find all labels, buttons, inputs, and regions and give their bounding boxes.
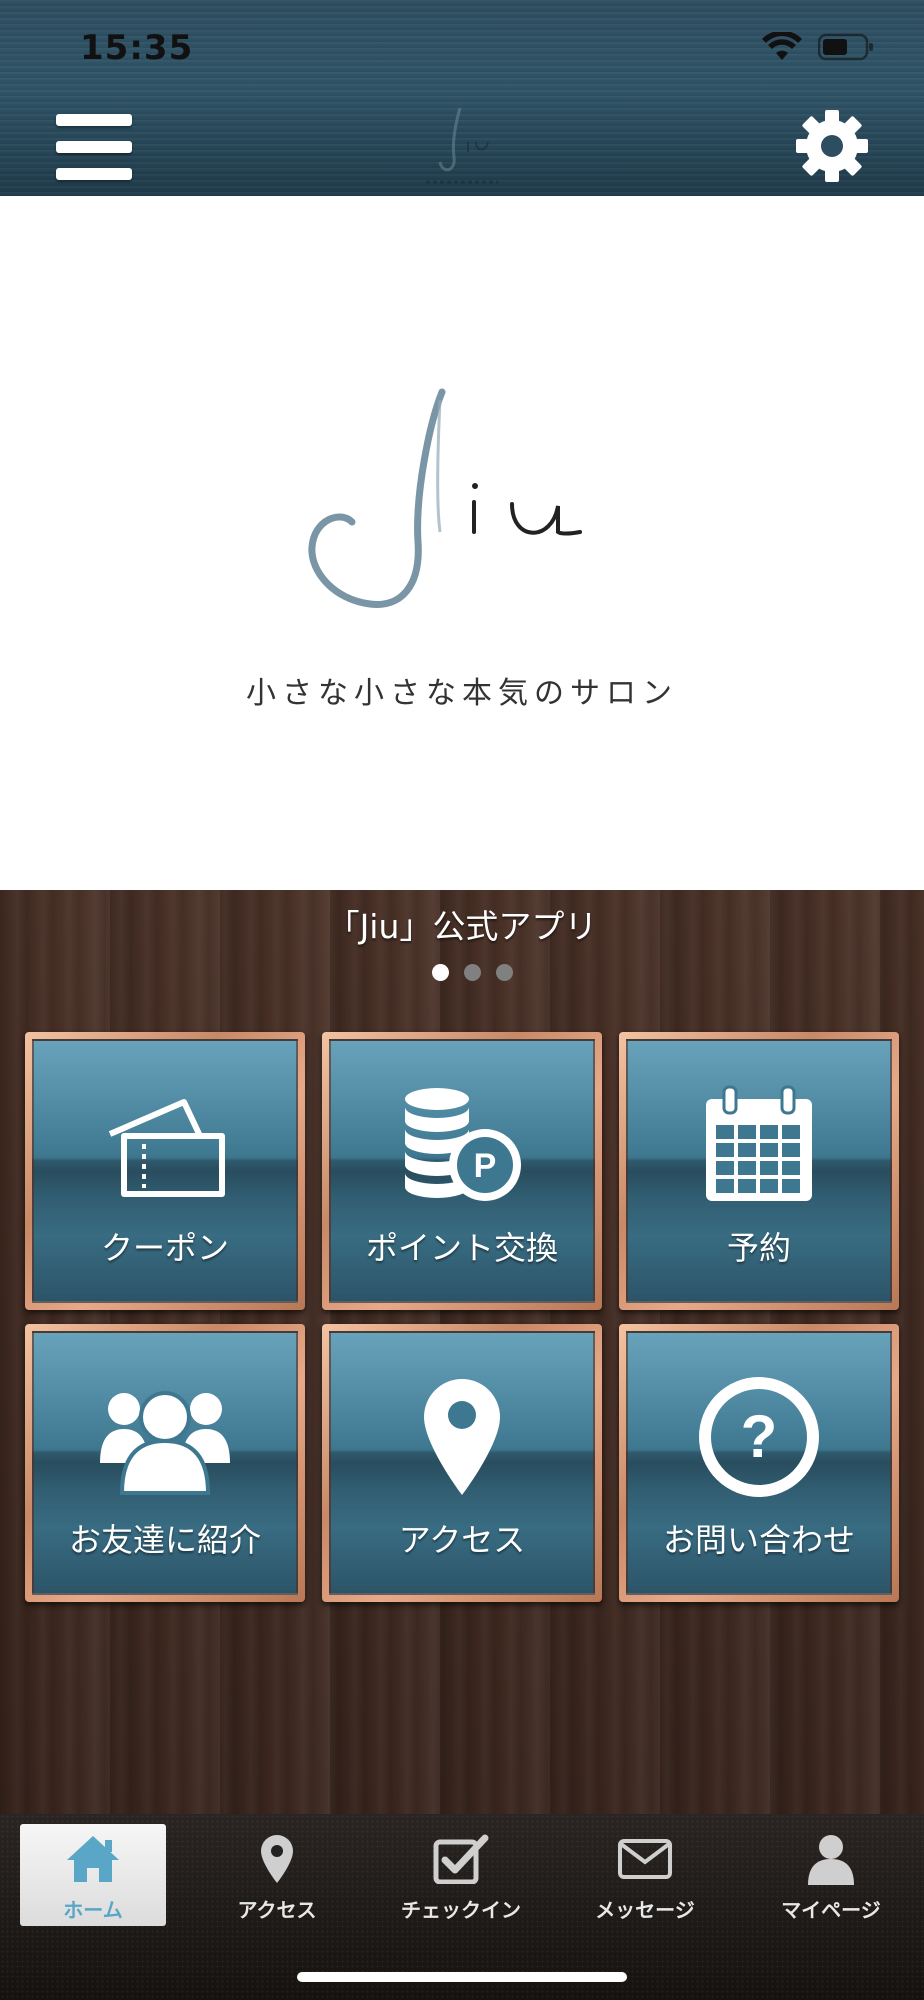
refer-friend-label: お友達に紹介 [68, 1521, 261, 1559]
pager-dot-2[interactable] [464, 964, 481, 981]
tab-access-label: アクセス [237, 1898, 317, 1922]
hero-banner: 小さな小さな本気のサロン [0, 196, 924, 890]
checkin-checkbox-icon [388, 1830, 534, 1888]
bottom-tab-bar: ホーム アクセス チェックイン メッセージ マイページ [0, 1814, 924, 2000]
calendar-icon [628, 1085, 890, 1205]
envelope-icon [572, 1830, 718, 1888]
coupon-ticket-icon [34, 1085, 296, 1205]
hamburger-icon-bar [56, 114, 132, 126]
tab-home-label: ホーム [63, 1898, 123, 1922]
menu-tile-grid: クーポン P ポイント交換 予約 お友達に紹介 アクセス ? お問い合わせ [25, 1032, 899, 1602]
main-menu-area: 「Jiu」公式アプリ クーポン P ポイント交換 予約 お友達に紹介 アクセス … [0, 890, 924, 1814]
header-logo-icon [412, 102, 512, 192]
pager-dot-1[interactable] [432, 964, 449, 981]
app-title: 「Jiu」公式アプリ [326, 907, 598, 946]
tab-mypage[interactable]: マイページ [758, 1824, 904, 1926]
tab-access[interactable]: アクセス [204, 1824, 350, 1926]
map-pin-icon [331, 1377, 593, 1497]
coupon-label: クーポン [100, 1229, 229, 1267]
tab-home[interactable]: ホーム [20, 1824, 166, 1926]
status-icons [762, 32, 874, 62]
access-tile[interactable]: アクセス [322, 1324, 602, 1602]
tab-checkin[interactable]: チェックイン [388, 1824, 534, 1926]
home-indicator [297, 1972, 627, 1982]
reservation-tile[interactable]: 予約 [619, 1032, 899, 1310]
pager-dot-3[interactable] [496, 964, 513, 981]
refer-friend-tile[interactable]: お友達に紹介 [25, 1324, 305, 1602]
gear-icon [796, 110, 868, 182]
contact-label: お問い合わせ [662, 1521, 855, 1559]
pager-dots[interactable] [432, 964, 513, 981]
question-circle-icon: ? [628, 1377, 890, 1497]
hamburger-icon-bar [56, 141, 132, 153]
tab-checkin-label: チェックイン [401, 1898, 521, 1922]
points-coins-icon: P [331, 1085, 593, 1205]
app-header: 15:35 [0, 0, 924, 196]
battery-icon [818, 33, 874, 61]
user-icon [758, 1830, 904, 1888]
tab-message[interactable]: メッセージ [572, 1824, 718, 1926]
coupon-tile[interactable]: クーポン [25, 1032, 305, 1310]
menu-button[interactable] [56, 114, 132, 180]
points-exchange-label: ポイント交換 [365, 1229, 558, 1267]
friends-group-icon [34, 1377, 296, 1497]
hero-tagline: 小さな小さな本気のサロン [246, 676, 678, 711]
reservation-label: 予約 [726, 1229, 791, 1267]
svg-text:P: P [474, 1147, 497, 1185]
points-exchange-tile[interactable]: P ポイント交換 [322, 1032, 602, 1310]
tab-message-label: メッセージ [595, 1898, 695, 1922]
svg-text:?: ? [741, 1403, 778, 1470]
home-icon [20, 1830, 166, 1888]
tab-mypage-label: マイページ [781, 1898, 881, 1922]
contact-tile[interactable]: ? お問い合わせ [619, 1324, 899, 1602]
wifi-icon [762, 32, 802, 62]
hamburger-icon-bar [56, 168, 132, 180]
map-pin-icon [204, 1830, 350, 1888]
status-time: 15:35 [80, 28, 194, 68]
settings-button[interactable] [794, 108, 870, 184]
jiu-logo [290, 382, 640, 632]
access-label: アクセス [398, 1521, 526, 1559]
